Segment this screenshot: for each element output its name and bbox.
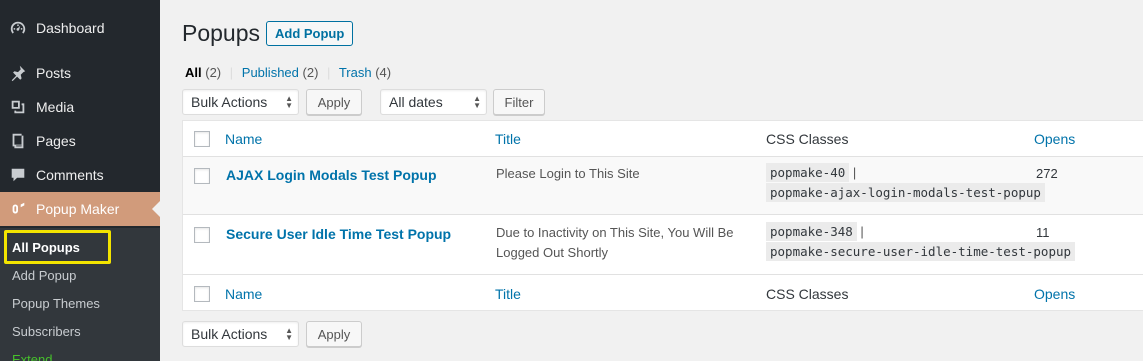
admin-sidebar: Dashboard Posts Media Pages Comments Pop… bbox=[0, 0, 160, 361]
popup-maker-icon bbox=[8, 199, 28, 219]
view-published-count: (2) bbox=[302, 65, 319, 80]
submenu-popup-themes[interactable]: Popup Themes bbox=[12, 296, 100, 311]
select-arrows-icon: ▲ ▼ bbox=[285, 94, 293, 110]
pushpin-icon bbox=[8, 63, 28, 83]
view-trash-count: (4) bbox=[375, 65, 392, 80]
css-class-slug: popmake-ajax-login-modals-test-popup bbox=[766, 183, 1045, 202]
bulk-actions-value: Bulk Actions bbox=[191, 94, 268, 110]
filter-button[interactable]: Filter bbox=[493, 89, 545, 115]
popup-title: Please Login to This Site bbox=[496, 166, 640, 181]
select-all-checkbox-footer[interactable] bbox=[194, 286, 210, 302]
menu-label: Pages bbox=[36, 133, 76, 149]
table-row: AJAX Login Modals Test Popup Please Logi… bbox=[183, 157, 1143, 215]
bulk-actions-select-top[interactable]: Bulk Actions ▲ ▼ bbox=[182, 89, 299, 115]
css-classes-cell: popmake-40 | popmake-ajax-login-modals-t… bbox=[766, 163, 1045, 203]
table-header-row: Name Title CSS Classes Opens bbox=[183, 121, 1143, 157]
separator: | bbox=[327, 65, 331, 80]
opens-count: 272 bbox=[1036, 166, 1058, 181]
menu-label: Media bbox=[36, 99, 75, 115]
css-class-separator: | bbox=[860, 224, 864, 239]
popup-title: Due to Inactivity on This Site, You Will… bbox=[496, 225, 734, 260]
popups-table: Name Title CSS Classes Opens AJAX Login … bbox=[182, 120, 1143, 311]
css-class-id: popmake-348 bbox=[766, 222, 857, 241]
view-trash-link[interactable]: Trash bbox=[339, 65, 372, 80]
menu-label: Popup Maker bbox=[36, 201, 120, 217]
menu-item-media[interactable]: Media bbox=[0, 90, 160, 124]
table-row: Secure User Idle Time Test Popup Due to … bbox=[183, 215, 1143, 275]
popup-maker-submenu: All Popups Add Popup Popup Themes Subscr… bbox=[0, 228, 160, 361]
submenu-add-popup[interactable]: Add Popup bbox=[12, 268, 76, 283]
column-header-name[interactable]: Name bbox=[225, 131, 262, 147]
menu-item-posts[interactable]: Posts bbox=[0, 56, 160, 90]
view-all-count: (2) bbox=[205, 65, 222, 80]
main-content: Popups Add Popup All (2) | Published (2)… bbox=[160, 0, 1143, 361]
view-all-link[interactable]: All bbox=[185, 65, 202, 80]
comments-icon bbox=[8, 165, 28, 185]
menu-label: Comments bbox=[36, 167, 104, 183]
bulk-actions-value: Bulk Actions bbox=[191, 326, 268, 342]
date-filter-select[interactable]: All dates ▲ ▼ bbox=[380, 89, 487, 115]
menu-label: Dashboard bbox=[36, 20, 105, 36]
submenu-subscribers[interactable]: Subscribers bbox=[12, 324, 81, 339]
submenu-all-popups[interactable]: All Popups bbox=[12, 240, 80, 255]
column-footer-css-classes: CSS Classes bbox=[766, 286, 849, 302]
row-checkbox[interactable] bbox=[194, 227, 210, 243]
menu-item-popup-maker[interactable]: Popup Maker bbox=[0, 192, 160, 226]
menu-item-dashboard[interactable]: Dashboard bbox=[0, 11, 160, 45]
column-footer-title[interactable]: Title bbox=[495, 286, 521, 302]
view-published-link[interactable]: Published bbox=[242, 65, 299, 80]
select-arrows-icon: ▲ ▼ bbox=[473, 94, 481, 110]
popup-name-link[interactable]: AJAX Login Modals Test Popup bbox=[226, 167, 437, 183]
opens-count: 11 bbox=[1036, 225, 1050, 240]
column-header-opens[interactable]: Opens bbox=[1034, 131, 1075, 147]
view-filters: All (2) | Published (2) | Trash (4) bbox=[185, 65, 391, 80]
css-classes-cell: popmake-348 | popmake-secure-user-idle-t… bbox=[766, 222, 1076, 262]
css-class-slug: popmake-secure-user-idle-time-test-popup bbox=[766, 242, 1076, 261]
pages-icon bbox=[8, 131, 28, 151]
media-icon bbox=[8, 97, 28, 117]
menu-label: Posts bbox=[36, 65, 72, 81]
apply-button-bottom[interactable]: Apply bbox=[306, 321, 362, 347]
menu-item-comments[interactable]: Comments bbox=[0, 158, 160, 192]
row-checkbox[interactable] bbox=[194, 168, 210, 184]
bulk-actions-select-bottom[interactable]: Bulk Actions ▲ ▼ bbox=[182, 321, 299, 347]
column-header-title[interactable]: Title bbox=[495, 131, 521, 147]
column-footer-name[interactable]: Name bbox=[225, 286, 262, 302]
select-arrows-icon: ▲ ▼ bbox=[285, 326, 293, 342]
separator: | bbox=[229, 65, 234, 80]
table-footer-row: Name Title CSS Classes Opens bbox=[183, 275, 1143, 311]
add-popup-button[interactable]: Add Popup bbox=[266, 21, 354, 46]
apply-button-top[interactable]: Apply bbox=[306, 89, 362, 115]
column-header-css-classes: CSS Classes bbox=[766, 131, 849, 147]
date-filter-value: All dates bbox=[389, 94, 443, 110]
page-title: Popups bbox=[182, 20, 261, 46]
menu-item-pages[interactable]: Pages bbox=[0, 124, 160, 158]
popup-name-link[interactable]: Secure User Idle Time Test Popup bbox=[226, 226, 451, 242]
submenu-extend[interactable]: Extend bbox=[12, 352, 52, 361]
css-class-id: popmake-40 bbox=[766, 163, 850, 182]
css-class-separator: | bbox=[852, 165, 857, 180]
select-all-checkbox[interactable] bbox=[194, 131, 210, 147]
column-footer-opens[interactable]: Opens bbox=[1034, 286, 1075, 302]
dashboard-icon bbox=[8, 18, 28, 38]
